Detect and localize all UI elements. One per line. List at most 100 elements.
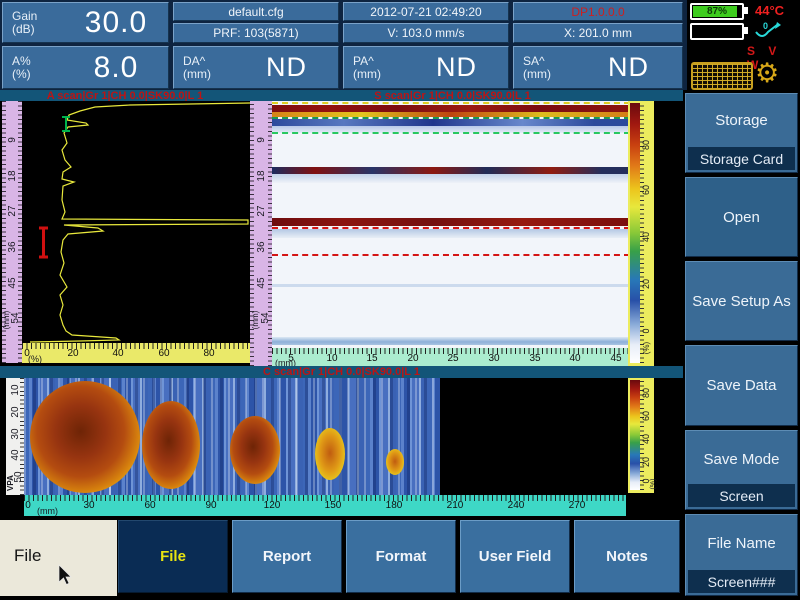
sscan-gate-green-2 — [272, 132, 630, 134]
gain-readout[interactable]: Gain(dB) 30.0 — [2, 2, 169, 43]
ascan-ytick: 45 — [5, 273, 19, 293]
save-mode-value: Screen — [688, 484, 795, 507]
cscan-indication-3 — [230, 416, 280, 484]
sscan-palette-unit: (%) — [639, 340, 653, 356]
sscan-xtick: 35 — [525, 353, 545, 364]
cscan-palette-unit: (%) — [646, 476, 660, 492]
cscan-y-label: VPA — [3, 474, 17, 492]
sscan-xtick: 40 — [565, 353, 585, 364]
pa-label: PA^(mm) — [344, 55, 405, 81]
file-name-label: File Name — [686, 535, 797, 552]
ascan-ytick: 18 — [5, 166, 19, 186]
cscan-ytick: 20 — [8, 403, 22, 421]
tab-notes[interactable]: Notes — [574, 520, 680, 593]
cscan-x-unit: (mm) — [37, 506, 58, 516]
cscan-palette-tick: 80 — [639, 385, 653, 401]
sscan-ytick: 9 — [254, 129, 268, 151]
da-label: DA^(mm) — [174, 55, 235, 81]
sscan-band-45mm — [272, 284, 630, 287]
cscan-xtick: 90 — [200, 500, 222, 511]
sscan-title: S scan|Gr 1|CH 0.0|SK90.0|L 1 — [250, 90, 655, 101]
sscan-ytick: 36 — [254, 236, 268, 258]
cscan-xtick: 180 — [383, 500, 405, 511]
sa-readout[interactable]: SA^(mm) ND — [513, 46, 683, 89]
config-file[interactable]: default.cfg — [173, 2, 339, 21]
da-readout[interactable]: DA^(mm) ND — [173, 46, 339, 89]
tab-user-field[interactable]: User Field — [460, 520, 570, 593]
sa-label: SA^(mm) — [514, 55, 575, 81]
sidebar-button-file-name[interactable]: File Name Screen### — [685, 514, 798, 596]
gate-cursor-green — [62, 117, 70, 131]
amplitude-label: A%(%) — [3, 55, 64, 81]
sscan-palette-tick: 0 — [639, 323, 653, 339]
ascan-trace-svg — [22, 101, 250, 343]
cscan-ytick: 40 — [8, 446, 22, 464]
pa-readout[interactable]: PA^(mm) ND — [343, 46, 509, 89]
sidebar-button-save-setup-as[interactable]: Save Setup As — [685, 261, 798, 341]
storage-value: Storage Card — [688, 147, 795, 170]
amplitude-readout[interactable]: A%(%) 8.0 — [2, 46, 169, 89]
keyboard-icon[interactable] — [691, 62, 753, 90]
open-label: Open — [723, 209, 760, 226]
cscan-title: C scan|Gr 1|CH 0.0|SK90.0|L 1 — [0, 366, 683, 378]
omniscan-screen: Gain(dB) 30.0 A%(%) 8.0 default.cfg PRF:… — [0, 0, 800, 600]
cscan-palette-tick: 60 — [639, 408, 653, 424]
sscan-band-27mm — [272, 218, 630, 226]
cscan-indication-5 — [386, 449, 404, 475]
tab-notes-label: Notes — [606, 548, 648, 565]
battery1-icon: 87% — [690, 3, 744, 20]
sscan-x-ruler: 5 10 15 20 25 30 35 40 45 (mm) — [272, 348, 630, 366]
sscan-ytick: 27 — [254, 200, 268, 222]
ascan-y-unit: (mm) — [0, 310, 13, 330]
save-mode-label: Save Mode — [686, 451, 797, 468]
sscan-palette-tick: 60 — [639, 182, 653, 198]
sidebar-button-save-mode[interactable]: Save Mode Screen — [685, 430, 798, 510]
ascan-xtick: 60 — [154, 348, 174, 359]
cscan-palette-tick: 20 — [639, 454, 653, 470]
battery2-nub — [744, 27, 748, 34]
battery2-icon — [690, 23, 744, 40]
gate-cursor-red — [39, 228, 48, 257]
ascan-ytick: 36 — [5, 237, 19, 257]
cscan-titlebar: C scan|Gr 1|CH 0.0|SK90.0|L 1 — [0, 366, 683, 378]
cscan-ytick: 30 — [8, 425, 22, 443]
tab-format[interactable]: Format — [346, 520, 456, 593]
file-name-value: Screen### — [688, 570, 795, 593]
temperature-readout: 44°C — [755, 3, 784, 18]
cscan-y-ruler: 10 20 30 40 50 VPA — [6, 378, 24, 495]
encoder-icon: 0 — [753, 21, 783, 41]
cscan-xtick: 150 — [322, 500, 344, 511]
sidebar-button-open[interactable]: Open — [685, 177, 798, 257]
scan-titlebar: A scan|Gr 1|CH 0.0|SK90.0|L 1 S scan|Gr … — [0, 90, 683, 101]
sscan-y-unit: (mm) — [248, 309, 262, 331]
cscan-xtick: 240 — [505, 500, 527, 511]
sscan-ytick: 45 — [254, 272, 268, 294]
sscan-xtick: 25 — [443, 353, 463, 364]
sidebar-button-storage[interactable]: Storage Storage Card — [685, 93, 798, 173]
ascan-plot[interactable] — [22, 101, 250, 343]
tab-file[interactable]: File — [118, 520, 228, 593]
velocity-readout: V: 103.0 mm/s — [343, 23, 509, 43]
cscan-palette: 80 60 40 20 0 (%) — [628, 378, 654, 493]
sscan-band-18mm — [272, 167, 630, 174]
sscan-gate-red-2 — [272, 254, 630, 256]
gain-value: 30.0 — [64, 6, 168, 40]
tab-format-label: Format — [376, 548, 427, 565]
battery-percent: 87% — [692, 5, 742, 18]
amplitude-value: 8.0 — [64, 51, 168, 85]
sscan-plot[interactable] — [272, 101, 630, 348]
cscan-x-ruler: 0 30 60 90 120 150 180 210 240 270 (mm) — [24, 495, 626, 516]
dp-version: DP1.0.0.0 — [513, 2, 683, 21]
ascan-title: A scan|Gr 1|CH 0.0|SK90.0|L 1 — [0, 90, 250, 101]
sidebar-button-save-data[interactable]: Save Data — [685, 345, 798, 426]
cscan-data-region — [24, 378, 440, 495]
sscan-xtick: 15 — [362, 353, 382, 364]
gear-icon[interactable]: ⚙ — [755, 60, 779, 87]
tab-report[interactable]: Report — [232, 520, 342, 593]
ascan-ytick: 27 — [5, 201, 19, 221]
cscan-plot[interactable] — [24, 378, 626, 495]
cscan-xtick: 210 — [444, 500, 466, 511]
sscan-wash-3 — [272, 229, 630, 238]
ascan-x-unit: (%) — [28, 354, 42, 364]
sscan-xtick: 10 — [322, 353, 342, 364]
